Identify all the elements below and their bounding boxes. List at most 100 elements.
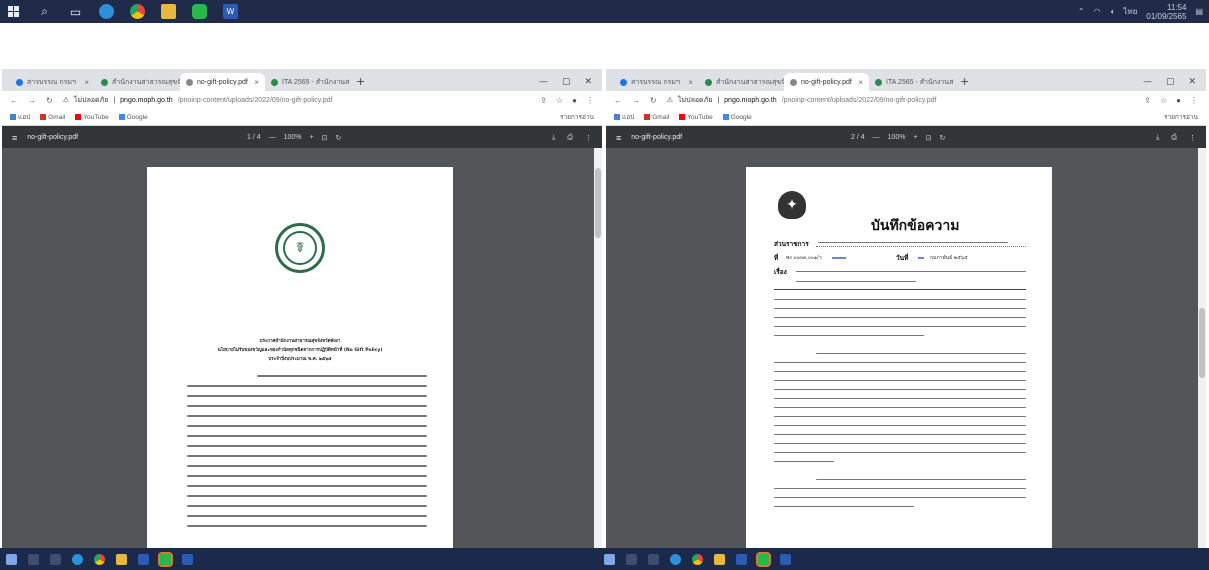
- reload-icon[interactable]: ↻: [650, 96, 657, 105]
- close-icon[interactable]: ×: [254, 78, 259, 87]
- chevron-up-icon[interactable]: ⌃: [1078, 7, 1085, 16]
- edge-icon[interactable]: [72, 553, 83, 565]
- bookmark-google[interactable]: Google: [118, 114, 148, 121]
- search-icon[interactable]: [28, 553, 39, 565]
- bookmark-apps[interactable]: แอป: [614, 112, 634, 122]
- file-explorer-icon[interactable]: [116, 553, 127, 565]
- star-icon[interactable]: ☆: [556, 96, 563, 105]
- share-icon[interactable]: ⇪: [1144, 96, 1151, 105]
- profile-icon[interactable]: ●: [572, 96, 577, 105]
- menu-icon[interactable]: ≡: [616, 133, 621, 143]
- windows-logo-icon[interactable]: [604, 553, 615, 565]
- language-indicator[interactable]: ไทย: [1123, 5, 1137, 18]
- more-icon[interactable]: ⋮: [585, 134, 592, 142]
- tab-3[interactable]: no-gift-policy.pdf ×: [784, 73, 869, 91]
- url-field[interactable]: ⚠ ไม่ปลอดภัย | pngo.moph.go.th/pnoinp-co…: [63, 95, 531, 106]
- tab-1[interactable]: สารบรรณ กรมฯ ×: [10, 73, 95, 91]
- mail-icon[interactable]: [138, 553, 149, 565]
- task-view-icon[interactable]: [648, 553, 659, 565]
- word-icon[interactable]: [182, 553, 193, 565]
- rotate-icon[interactable]: ↻: [940, 134, 946, 142]
- bookmark-youtube[interactable]: YouTube: [679, 114, 713, 121]
- download-icon[interactable]: ⤓: [552, 134, 555, 142]
- mail-icon[interactable]: [736, 553, 747, 565]
- page-indicator[interactable]: 1 / 4: [247, 134, 261, 141]
- close-icon[interactable]: ×: [688, 78, 693, 87]
- page-indicator[interactable]: 2 / 4: [851, 134, 865, 141]
- url-field[interactable]: ⚠ ไม่ปลอดภัย | pngo.moph.go.th/pnoinp-co…: [667, 95, 1135, 106]
- more-icon[interactable]: ⋮: [1189, 134, 1196, 142]
- bookmark-gmail[interactable]: Gmail: [40, 114, 65, 121]
- bookmark-youtube[interactable]: YouTube: [75, 114, 109, 121]
- close-window-icon[interactable]: ✕: [584, 77, 592, 87]
- zoom-out-icon[interactable]: —: [873, 134, 880, 141]
- zoom-level[interactable]: 100%: [888, 134, 906, 141]
- volume-icon[interactable]: ◖: [1110, 7, 1115, 16]
- word-icon[interactable]: W: [223, 4, 238, 19]
- download-icon[interactable]: ⤓: [1156, 134, 1159, 142]
- tab-4[interactable]: ITA 2565 - สำนักงานสาธารณสุข×: [869, 73, 954, 91]
- close-icon[interactable]: ×: [84, 78, 89, 87]
- line-app-icon[interactable]: [158, 551, 173, 567]
- minimize-icon[interactable]: —: [1143, 77, 1152, 87]
- share-icon[interactable]: ⇪: [540, 96, 547, 105]
- scrollbar[interactable]: [594, 148, 602, 563]
- fit-page-icon[interactable]: ⊡: [926, 134, 932, 142]
- chrome-icon[interactable]: [94, 553, 105, 565]
- line-app-icon[interactable]: [192, 4, 207, 19]
- search-icon[interactable]: ⌕: [37, 4, 52, 19]
- menu-icon[interactable]: ≡: [12, 133, 17, 143]
- forward-icon[interactable]: →: [632, 96, 640, 105]
- notification-icon[interactable]: ▤: [1195, 7, 1203, 16]
- edge-icon[interactable]: [99, 4, 114, 19]
- word-icon[interactable]: [780, 553, 791, 565]
- zoom-out-icon[interactable]: —: [269, 134, 276, 141]
- clock[interactable]: 11:54 01/09/2565: [1146, 3, 1186, 21]
- more-icon[interactable]: ⋮: [1190, 96, 1198, 105]
- pdf-viewer[interactable]: ✦ บันทึกข้อความ ส่วนราชการ ที่ พง ๐๐๓๓.๐…: [606, 148, 1198, 563]
- bookmark-google[interactable]: Google: [722, 114, 752, 121]
- maximize-icon[interactable]: ▢: [1166, 77, 1175, 87]
- minimize-icon[interactable]: —: [539, 77, 548, 87]
- pdf-viewer[interactable]: ☤ ประกาศสำนักงานสาธารณสุขจังหวัดพังงา นโ…: [2, 148, 594, 563]
- tab-2[interactable]: สำนักงานสาธารณสุขจังหวัด×: [95, 73, 180, 91]
- chrome-icon[interactable]: [692, 553, 703, 565]
- scrollbar-thumb[interactable]: [595, 168, 601, 238]
- reading-list[interactable]: รายการอ่าน: [1164, 112, 1198, 122]
- file-explorer-icon[interactable]: [714, 553, 725, 565]
- task-view-icon[interactable]: [50, 553, 61, 565]
- tab-1[interactable]: สารบรรณ กรมฯ ×: [614, 73, 699, 91]
- task-view-icon[interactable]: ▭: [68, 4, 83, 19]
- new-tab-button[interactable]: +: [954, 75, 975, 91]
- zoom-level[interactable]: 100%: [284, 134, 302, 141]
- line-app-icon[interactable]: [756, 551, 771, 567]
- tab-2[interactable]: สำนักงานสาธารณสุขจังหวัด×: [699, 73, 784, 91]
- scrollbar[interactable]: [1198, 148, 1206, 563]
- network-icon[interactable]: ◠: [1094, 7, 1101, 16]
- print-icon[interactable]: ⎙: [567, 134, 573, 142]
- chrome-icon[interactable]: [130, 4, 145, 19]
- back-icon[interactable]: ←: [614, 96, 622, 105]
- file-explorer-icon[interactable]: [161, 4, 176, 19]
- tab-3[interactable]: no-gift-policy.pdf ×: [180, 73, 265, 91]
- close-window-icon[interactable]: ✕: [1188, 77, 1196, 87]
- windows-logo-icon[interactable]: [6, 553, 17, 565]
- bookmark-apps[interactable]: แอป: [10, 112, 30, 122]
- tab-4[interactable]: ITA 2565 - สำนักงานสาธารณสุข×: [265, 73, 350, 91]
- back-icon[interactable]: ←: [10, 96, 18, 105]
- maximize-icon[interactable]: ▢: [562, 77, 571, 87]
- fit-page-icon[interactable]: ⊡: [322, 134, 328, 142]
- windows-logo-icon[interactable]: [6, 4, 21, 19]
- new-tab-button[interactable]: +: [350, 75, 371, 91]
- close-icon[interactable]: ×: [858, 78, 863, 87]
- rotate-icon[interactable]: ↻: [336, 134, 342, 142]
- star-icon[interactable]: ☆: [1160, 96, 1167, 105]
- forward-icon[interactable]: →: [28, 96, 36, 105]
- reading-list[interactable]: รายการอ่าน: [560, 112, 594, 122]
- reload-icon[interactable]: ↻: [46, 96, 53, 105]
- zoom-in-icon[interactable]: +: [914, 134, 918, 141]
- edge-icon[interactable]: [670, 553, 681, 565]
- search-icon[interactable]: [626, 553, 637, 565]
- profile-icon[interactable]: ●: [1176, 96, 1181, 105]
- print-icon[interactable]: ⎙: [1171, 134, 1177, 142]
